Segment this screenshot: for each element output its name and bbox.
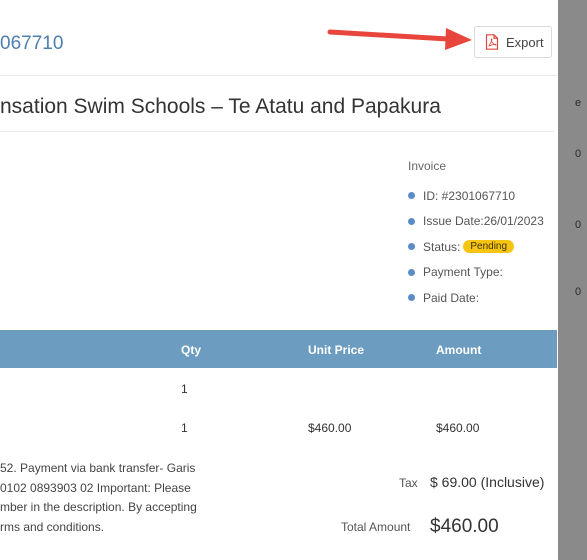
qty-cell: 1 — [181, 421, 188, 435]
invoice-meta-heading: Invoice — [408, 159, 447, 173]
invoice-header: 067710 Export — [0, 0, 558, 76]
export-button[interactable]: Export — [474, 26, 552, 58]
invoice-panel: 067710 Export nsation Swim Schools – Te … — [0, 0, 558, 560]
status-row: Status: Pending — [408, 234, 544, 260]
status-badge: Pending — [463, 240, 515, 254]
payment-type-label: Payment Type: — [423, 265, 503, 280]
payment-note: 52. Payment via bank transfer- Garis 010… — [0, 459, 215, 537]
background-fragment: 0 — [575, 219, 582, 231]
export-button-label: Export — [506, 34, 544, 50]
qty-cell: 1 — [181, 382, 188, 396]
bullet-dot-icon — [408, 217, 415, 225]
background-fragment: 0 — [575, 148, 582, 160]
paid-date-label: Paid Date: — [423, 290, 480, 305]
paid-date-row: Paid Date: — [408, 285, 544, 311]
invoice-id-row: ID: #2301067710 — [408, 183, 544, 209]
background-page-strip: e 0 0 0 — [558, 0, 587, 560]
school-title: nsation Swim Schools – Te Atatu and Papa… — [0, 95, 441, 118]
amount-cell: $460.00 — [436, 421, 480, 435]
pdf-icon — [485, 34, 499, 50]
background-fragment: 0 — [575, 286, 582, 298]
column-header-amount: Amount — [436, 343, 482, 357]
column-header-unit-price: Unit Price — [308, 343, 365, 357]
note-line: 0102 0893903 02 Important: Please — [0, 480, 191, 495]
unit-price-cell: $460.00 — [308, 421, 352, 435]
invoice-number: 067710 — [0, 33, 64, 54]
background-fragment: e — [575, 97, 582, 109]
bullet-dot-icon — [408, 268, 415, 276]
invoice-meta: Invoice ID: #2301067710 Issue Date:26/01… — [408, 159, 544, 311]
tax-value: $ 69.00 (Inclusive) — [430, 474, 545, 490]
line-items-table-header: Qty Unit Price Amount — [0, 330, 557, 368]
status-label: Status: — [423, 239, 461, 254]
tax-label: Tax — [399, 476, 418, 490]
red-arrow-annotation — [327, 28, 472, 50]
note-line: rms and conditions. — [0, 519, 105, 534]
bullet-dot-icon — [408, 294, 415, 302]
payment-type-row: Payment Type: — [408, 260, 544, 286]
note-line: 52. Payment via bank transfer- Garis — [0, 461, 196, 475]
invoice-id: ID: #2301067710 — [423, 188, 516, 203]
column-header-qty: Qty — [181, 343, 202, 357]
divider — [0, 131, 554, 132]
bullet-dot-icon — [408, 192, 415, 200]
bullet-dot-icon — [408, 243, 415, 251]
total-amount-value: $460.00 — [430, 516, 499, 537]
total-amount-label: Total Amount — [341, 520, 411, 534]
issue-date: Issue Date:26/01/2023 — [423, 214, 544, 229]
note-line: mber in the description. By accepting — [0, 500, 197, 514]
issue-date-row: Issue Date:26/01/2023 — [408, 209, 544, 235]
